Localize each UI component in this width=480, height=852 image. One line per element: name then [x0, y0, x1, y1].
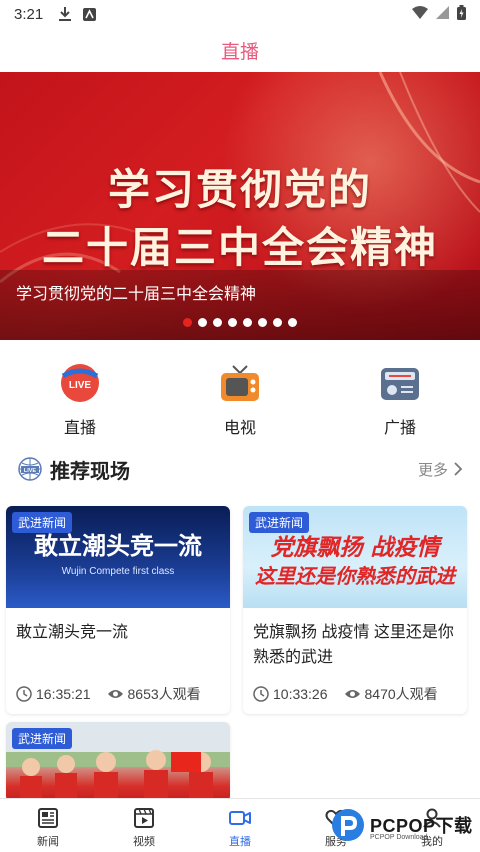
tab-news[interactable]: 新闻 [0, 799, 96, 852]
quick-nav-radio[interactable]: 广播 [320, 340, 480, 442]
signal-icon [436, 5, 449, 23]
clock-icon [16, 686, 32, 702]
section-header: LIVE 推荐现场 更多 [0, 442, 480, 496]
carousel-dot[interactable] [288, 318, 297, 327]
banner-carousel[interactable]: 学习贯彻党的 二十届三中全会精神 学习贯彻党的二十届三中全会精神 [0, 72, 480, 340]
quick-nav-label: 电视 [223, 420, 256, 437]
live-icon: LIVE [61, 364, 99, 402]
card-thumbnail: 敢立潮头竞一流 Wujin Compete first class 武进新闻 [6, 506, 230, 608]
live-card[interactable]: 敢立潮头竞一流 Wujin Compete first class 武进新闻 敢… [6, 506, 230, 714]
card-tag: 武进新闻 [12, 512, 73, 533]
watermark-subtext: PCPOP Download [370, 834, 428, 841]
card-time: 10:33:26 [273, 686, 328, 702]
watermark: PCPOP下载 PCPOP Download [330, 802, 473, 848]
video-icon [134, 808, 154, 828]
tab-live[interactable]: 直播 [192, 799, 288, 852]
wifi-icon [412, 5, 428, 23]
tab-label: 新闻 [37, 836, 59, 848]
carousel-dot[interactable] [243, 318, 252, 327]
status-bar: 3:21 [0, 0, 480, 28]
quick-nav-label: 广播 [383, 420, 416, 437]
radio-icon [381, 368, 419, 400]
thumb-title: 党旗飘扬 战疫情 [270, 534, 440, 561]
card-thumbnail: 党旗飘扬 战疫情 这里还是你熟悉的武进 武进新闻 [243, 506, 467, 608]
card-meta: 10:33:26 8470人观看 [243, 676, 467, 714]
live-card[interactable]: 党旗飘扬 战疫情 这里还是你熟悉的武进 武进新闻 党旗飘扬 战疫情 这里还是你熟… [243, 506, 467, 714]
live-globe-icon: LIVE [18, 457, 42, 481]
card-time: 16:35:21 [36, 686, 91, 702]
carousel-indicator [0, 318, 480, 327]
quick-nav: LIVE 直播 电视 广播 [0, 340, 480, 442]
card-tag: 武进新闻 [12, 728, 73, 749]
live-camera-icon [229, 811, 251, 825]
section-title: 推荐现场 [50, 460, 130, 483]
thumb-subtitle: Wujin Compete first class [61, 566, 175, 577]
card-title: 党旗飘扬 战疫情 这里还是你熟悉的武进 [253, 624, 454, 666]
pcpop-logo-icon [332, 809, 364, 841]
card-views: 8653人观看 [127, 686, 201, 702]
banner-caption: 学习贯彻党的二十届三中全会精神 [16, 286, 257, 303]
quick-nav-live[interactable]: LIVE 直播 [0, 340, 160, 442]
eye-icon [344, 690, 360, 698]
banner-headline-line2: 二十届三中全会精神 [41, 224, 438, 271]
carousel-dot[interactable] [273, 318, 282, 327]
tv-icon [221, 365, 259, 401]
carousel-dot[interactable] [183, 318, 192, 327]
card-views: 8470人观看 [364, 686, 438, 702]
header: 直播 [0, 28, 480, 72]
card-tag: 武进新闻 [249, 512, 310, 533]
quick-nav-label: 直播 [63, 420, 96, 437]
card-title: 敢立潮头竞一流 [16, 624, 129, 641]
recommend-feed: 敢立潮头竞一流 Wujin Compete first class 武进新闻 敢… [0, 496, 480, 802]
app-notification-icon [81, 6, 97, 22]
battery-icon [457, 4, 466, 24]
card-meta: 16:35:21 8653人观看 [6, 676, 230, 714]
eye-icon [107, 690, 123, 698]
card-thumbnail: 武进新闻 [6, 722, 230, 802]
tab-label: 直播 [229, 836, 251, 848]
carousel-dot[interactable] [213, 318, 222, 327]
thumb-subtitle: 这里还是你熟悉的武进 [255, 564, 455, 588]
status-time: 3:21 [14, 5, 44, 23]
svg-text:LIVE: LIVE [69, 380, 92, 391]
page-title: 直播 [220, 41, 259, 63]
live-card[interactable]: 武进新闻 [6, 722, 230, 802]
carousel-dot[interactable] [228, 318, 237, 327]
news-icon [38, 808, 58, 828]
more-link[interactable]: 更多 [418, 459, 462, 480]
chevron-right-icon [454, 462, 462, 476]
download-icon [57, 6, 73, 22]
quick-nav-tv[interactable]: 电视 [160, 340, 320, 442]
tab-label: 视频 [133, 836, 155, 848]
clock-icon [253, 686, 269, 702]
svg-text:LIVE: LIVE [24, 468, 37, 474]
tab-video[interactable]: 视频 [96, 799, 192, 852]
carousel-dot[interactable] [198, 318, 207, 327]
banner-headline-line1: 学习贯彻党的 [107, 166, 372, 213]
carousel-dot[interactable] [258, 318, 267, 327]
more-label: 更多 [417, 461, 448, 479]
